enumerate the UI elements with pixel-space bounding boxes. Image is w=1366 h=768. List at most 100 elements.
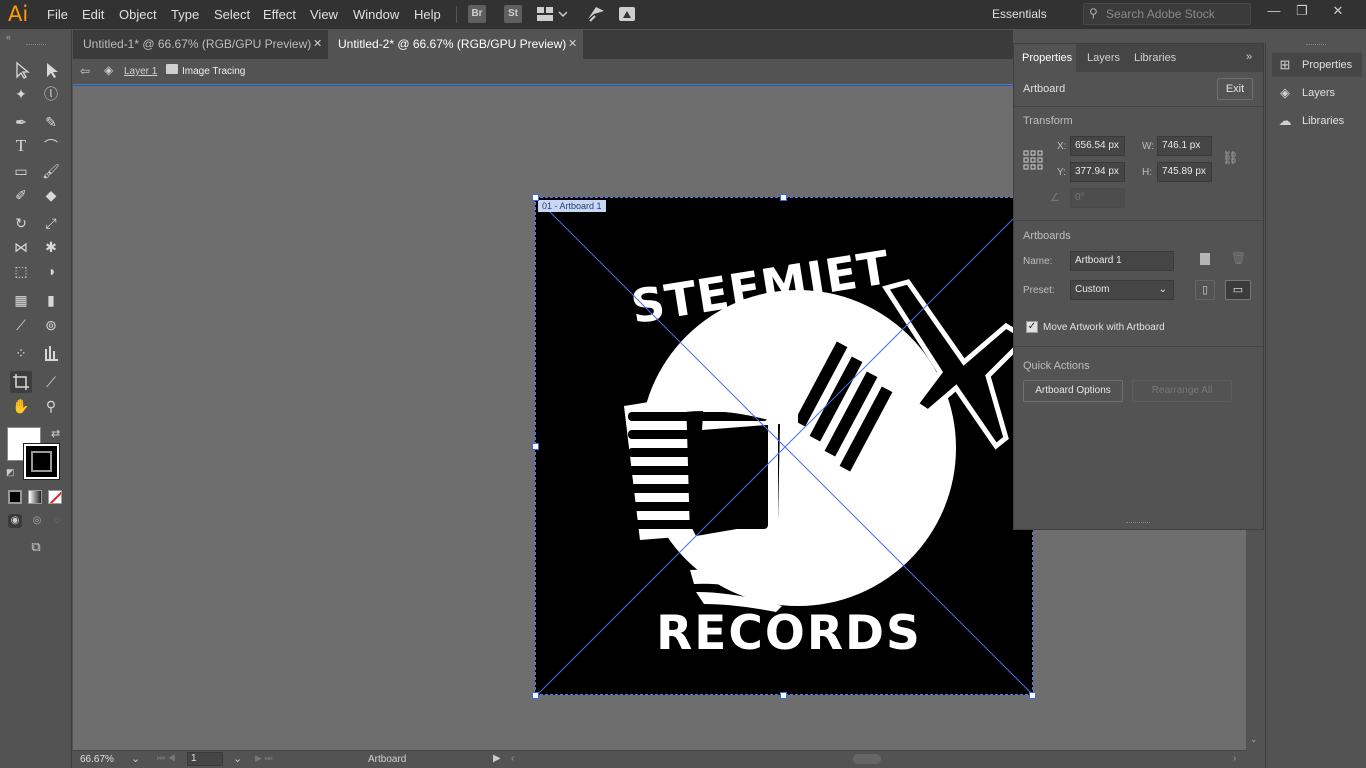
horizontal-scroll-thumb[interactable] (853, 754, 881, 764)
collapse-icon[interactable]: « (6, 32, 11, 42)
zoom-level[interactable]: 66.67% (80, 754, 114, 765)
menu-object[interactable]: Object (119, 7, 157, 22)
menu-type[interactable]: Type (171, 7, 199, 22)
grip-icon[interactable] (26, 44, 46, 47)
resize-handle-w[interactable] (532, 443, 539, 450)
rearrange-all-button[interactable]: Rearrange All (1132, 380, 1232, 402)
artboard-tool-icon[interactable] (10, 371, 32, 393)
breadcrumb-group[interactable]: Image Tracing (182, 66, 245, 77)
reference-point-icon[interactable] (1023, 150, 1043, 170)
scale-tool-icon[interactable]: ⤢ (40, 212, 62, 234)
page-dropdown-icon[interactable]: ⌄ (233, 752, 242, 765)
rectangle-tool-icon[interactable]: ▭ (10, 160, 32, 182)
none-mode-icon[interactable] (48, 490, 62, 504)
tab-untitled-1[interactable]: Untitled-1* @ 66.67% (RGB/GPU Preview) ✕ (73, 30, 327, 59)
stock-icon[interactable]: St (504, 5, 522, 23)
selection-tool-icon[interactable] (10, 59, 32, 81)
tab-untitled-2[interactable]: Untitled-2* @ 66.67% (RGB/GPU Preview) ✕ (328, 30, 583, 59)
y-field[interactable]: 377.94 px (1070, 162, 1125, 182)
stroke-swatch[interactable] (23, 443, 60, 480)
artboard[interactable]: STEEMJET RECORDS 01 - Artboard 1 (535, 197, 1033, 695)
menu-file[interactable]: File (47, 7, 68, 22)
shape-builder-tool-icon[interactable]: ◑ (40, 260, 62, 282)
color-mode-icon[interactable] (8, 490, 22, 504)
search-input[interactable] (1106, 6, 1246, 22)
menu-help[interactable]: Help (414, 7, 441, 22)
delete-artboard-icon[interactable]: 🗑 (1231, 251, 1246, 265)
panel-tab-properties[interactable]: Properties (1014, 44, 1076, 72)
last-page-icon[interactable]: ▶ ⏭ (255, 753, 273, 764)
page-number[interactable]: 1 (187, 752, 223, 766)
artboard-options-button[interactable]: Artboard Options (1023, 380, 1123, 402)
perspective-grid-tool-icon[interactable]: ▦ (10, 289, 32, 311)
h-field[interactable]: 745.89 px (1157, 162, 1212, 182)
dock-item-properties[interactable]: ⊞ Properties (1272, 53, 1362, 77)
swap-colors-icon[interactable]: ⇄ (51, 427, 60, 440)
resize-handle-s[interactable] (780, 692, 787, 699)
exit-button[interactable]: Exit (1217, 78, 1253, 100)
width-tool-icon[interactable]: ⋈ (10, 236, 32, 258)
menu-effect[interactable]: Effect (263, 7, 296, 22)
panel-tab-libraries[interactable]: Libraries (1130, 44, 1190, 72)
dock-item-libraries[interactable]: ☁ Libraries (1272, 109, 1362, 133)
gradient-tool-icon[interactable]: ▮ (40, 289, 62, 311)
menu-edit[interactable]: Edit (82, 7, 104, 22)
zoom-tool-icon[interactable]: ⚲ (40, 395, 62, 417)
gpu-performance-icon[interactable] (586, 5, 606, 23)
symbol-sprayer-tool-icon[interactable]: ⁘ (10, 342, 32, 364)
resize-handle-n[interactable] (780, 194, 787, 201)
minimize-icon[interactable]: — (1262, 2, 1286, 20)
draw-normal-icon[interactable]: ◉ (8, 514, 22, 528)
paintbrush-tool-icon[interactable]: 🖌 (40, 160, 62, 182)
artboard-label[interactable]: 01 - Artboard 1 (538, 200, 606, 212)
resize-handle-se[interactable] (1029, 692, 1036, 699)
default-colors-icon[interactable]: ◩ (6, 467, 15, 478)
pen-tool-icon[interactable]: ✒ (10, 111, 32, 133)
new-artboard-icon[interactable] (1200, 253, 1210, 265)
workspace-switcher[interactable]: Essentials ⌄ (984, 0, 1064, 50)
eyedropper-tool-icon[interactable]: ⟋ (10, 314, 32, 336)
w-field[interactable]: 746.1 px (1157, 136, 1212, 156)
zoom-dropdown-icon[interactable]: ⌄ (131, 752, 140, 765)
vertical-scrollbar[interactable]: ⌄ (1246, 530, 1264, 750)
move-artwork-checkbox[interactable]: ✓ (1026, 321, 1038, 333)
artboard-name-field[interactable]: Artboard 1 (1070, 251, 1174, 271)
panel-resize-grip[interactable] (1126, 522, 1150, 526)
breadcrumb-layer[interactable]: Layer 1 (124, 66, 157, 77)
shaper-tool-icon[interactable]: ✐ (10, 184, 32, 206)
eraser-tool-icon[interactable]: ◆ (40, 184, 62, 206)
menu-view[interactable]: View (310, 7, 338, 22)
landscape-orientation-icon[interactable]: ▭ (1225, 280, 1251, 300)
free-transform-tool-icon[interactable]: ⬚ (10, 260, 32, 282)
status-menu-icon[interactable]: ▶ (493, 753, 501, 764)
scroll-right-icon[interactable]: › (1233, 753, 1236, 764)
curvature-tool-icon[interactable]: ✎ (40, 111, 62, 133)
scroll-left-icon[interactable]: ‹ (511, 753, 514, 764)
scroll-down-icon[interactable]: ⌄ (1250, 734, 1258, 745)
x-field[interactable]: 656.54 px (1070, 136, 1125, 156)
slice-tool-icon[interactable]: ⟋ (40, 371, 62, 393)
constrain-proportions-icon[interactable]: ⛓ (1222, 150, 1239, 166)
puppet-warp-tool-icon[interactable]: ✱ (40, 236, 62, 258)
first-page-icon[interactable]: ⏮ ◀ (157, 753, 176, 764)
menu-window[interactable]: Window (353, 7, 399, 22)
panel-tab-layers[interactable]: Layers (1076, 44, 1130, 72)
draw-inside-icon[interactable]: ◌ (50, 514, 64, 528)
rotate-tool-icon[interactable]: ↻ (10, 212, 32, 234)
magic-wand-tool-icon[interactable]: ✦ (10, 83, 32, 105)
line-segment-tool-icon[interactable]: ⌒ (40, 135, 62, 157)
close-icon[interactable]: ✕ (568, 30, 577, 59)
back-arrow-icon[interactable]: ⇦ (80, 64, 90, 78)
menu-select[interactable]: Select (214, 7, 250, 22)
type-tool-icon[interactable]: T (10, 135, 32, 157)
column-graph-tool-icon[interactable] (40, 342, 62, 364)
close-window-icon[interactable]: ✕ (1326, 2, 1350, 20)
gradient-mode-icon[interactable] (28, 490, 42, 504)
resize-handle-sw[interactable] (532, 692, 539, 699)
restore-icon[interactable]: ❐ (1290, 2, 1314, 20)
dock-grip[interactable] (1306, 44, 1326, 45)
stock-search[interactable]: ⚲ (1083, 3, 1251, 25)
resize-handle-nw[interactable] (532, 194, 539, 201)
bridge-icon[interactable]: Br (468, 5, 486, 23)
arrange-documents-icon[interactable] (537, 7, 568, 21)
